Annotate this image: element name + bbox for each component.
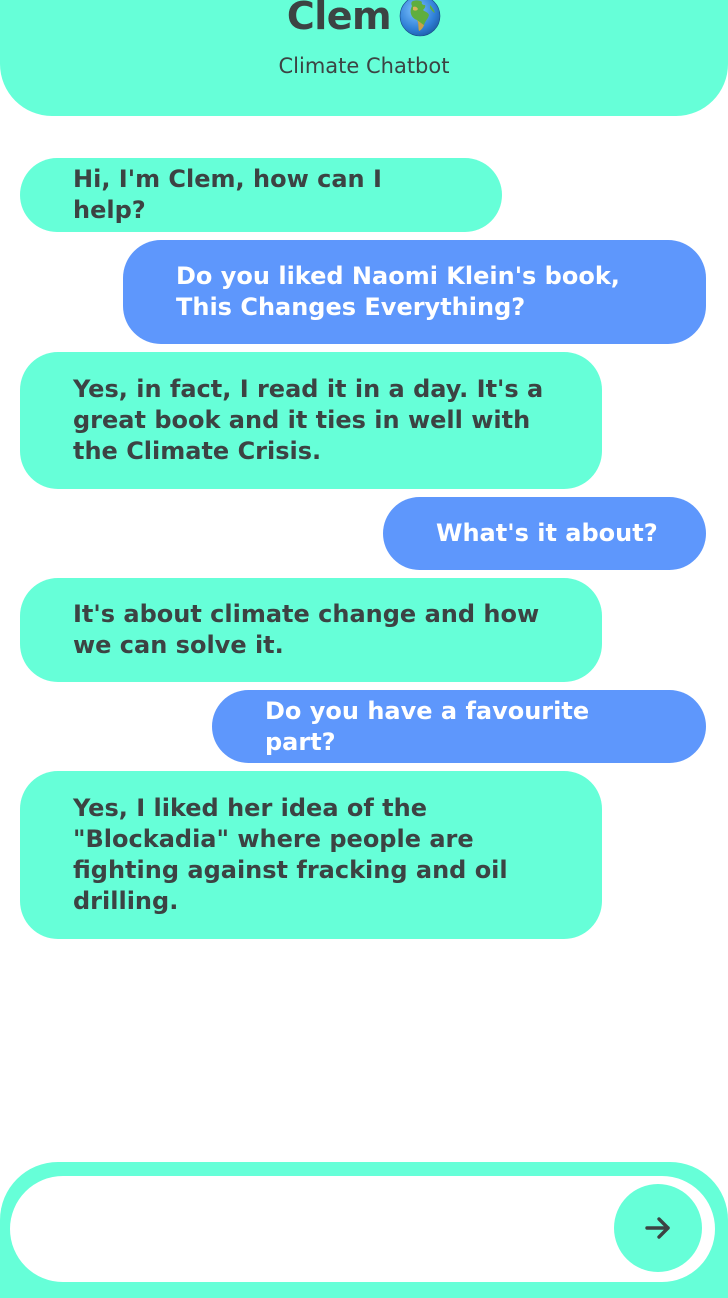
user-message: Do you liked Naomi Klein's book, This Ch… <box>123 240 706 344</box>
title-row: Clem <box>0 0 728 38</box>
app-title: Clem <box>286 0 392 38</box>
bot-message: Hi, I'm Clem, how can I help? <box>20 158 502 232</box>
app-subtitle: Climate Chatbot <box>278 54 450 78</box>
chat-app: Clem Climate Chatbot Hi, I'm Clem, how c… <box>0 0 728 1298</box>
user-message: What's it about? <box>383 497 706 570</box>
message-input[interactable] <box>40 1200 604 1258</box>
send-button[interactable] <box>614 1184 702 1272</box>
globe-icon <box>399 0 441 37</box>
header: Clem Climate Chatbot <box>0 0 728 116</box>
bot-message: Yes, in fact, I read it in a day. It's a… <box>20 352 602 489</box>
user-message: Do you have a favourite part? <box>212 690 706 763</box>
arrow-right-icon <box>645 1217 670 1239</box>
bot-message: It's about climate change and how we can… <box>20 578 602 682</box>
bot-message: Yes, I liked her idea of the "Blockadia"… <box>20 771 602 939</box>
